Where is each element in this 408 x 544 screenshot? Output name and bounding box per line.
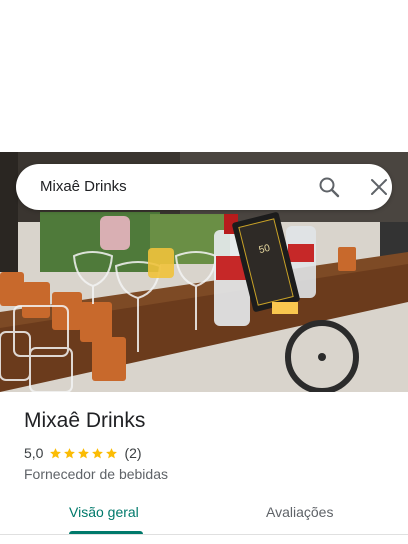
star-rating bbox=[49, 447, 119, 460]
place-category: Fornecedor de bebidas bbox=[24, 466, 168, 482]
star-icon bbox=[50, 447, 62, 458]
tab-overview[interactable]: Visão geral bbox=[69, 504, 139, 520]
rating-value: 5,0 bbox=[24, 445, 44, 461]
tab-divider bbox=[0, 534, 408, 535]
review-count[interactable]: (2) bbox=[124, 445, 141, 461]
close-icon[interactable] bbox=[370, 178, 388, 196]
star-icon bbox=[64, 447, 76, 458]
search-query[interactable]: Mixaê Drinks bbox=[40, 178, 127, 195]
search-bar[interactable]: Mixaê Drinks bbox=[16, 164, 392, 210]
place-title: Mixaê Drinks bbox=[24, 409, 146, 432]
tab-reviews[interactable]: Avaliações bbox=[266, 504, 333, 520]
star-icon bbox=[78, 447, 90, 458]
star-icon bbox=[106, 447, 118, 458]
search-icon[interactable] bbox=[318, 176, 340, 198]
star-icon bbox=[92, 447, 104, 458]
rating-row[interactable]: 5,0 (2) bbox=[24, 444, 142, 462]
